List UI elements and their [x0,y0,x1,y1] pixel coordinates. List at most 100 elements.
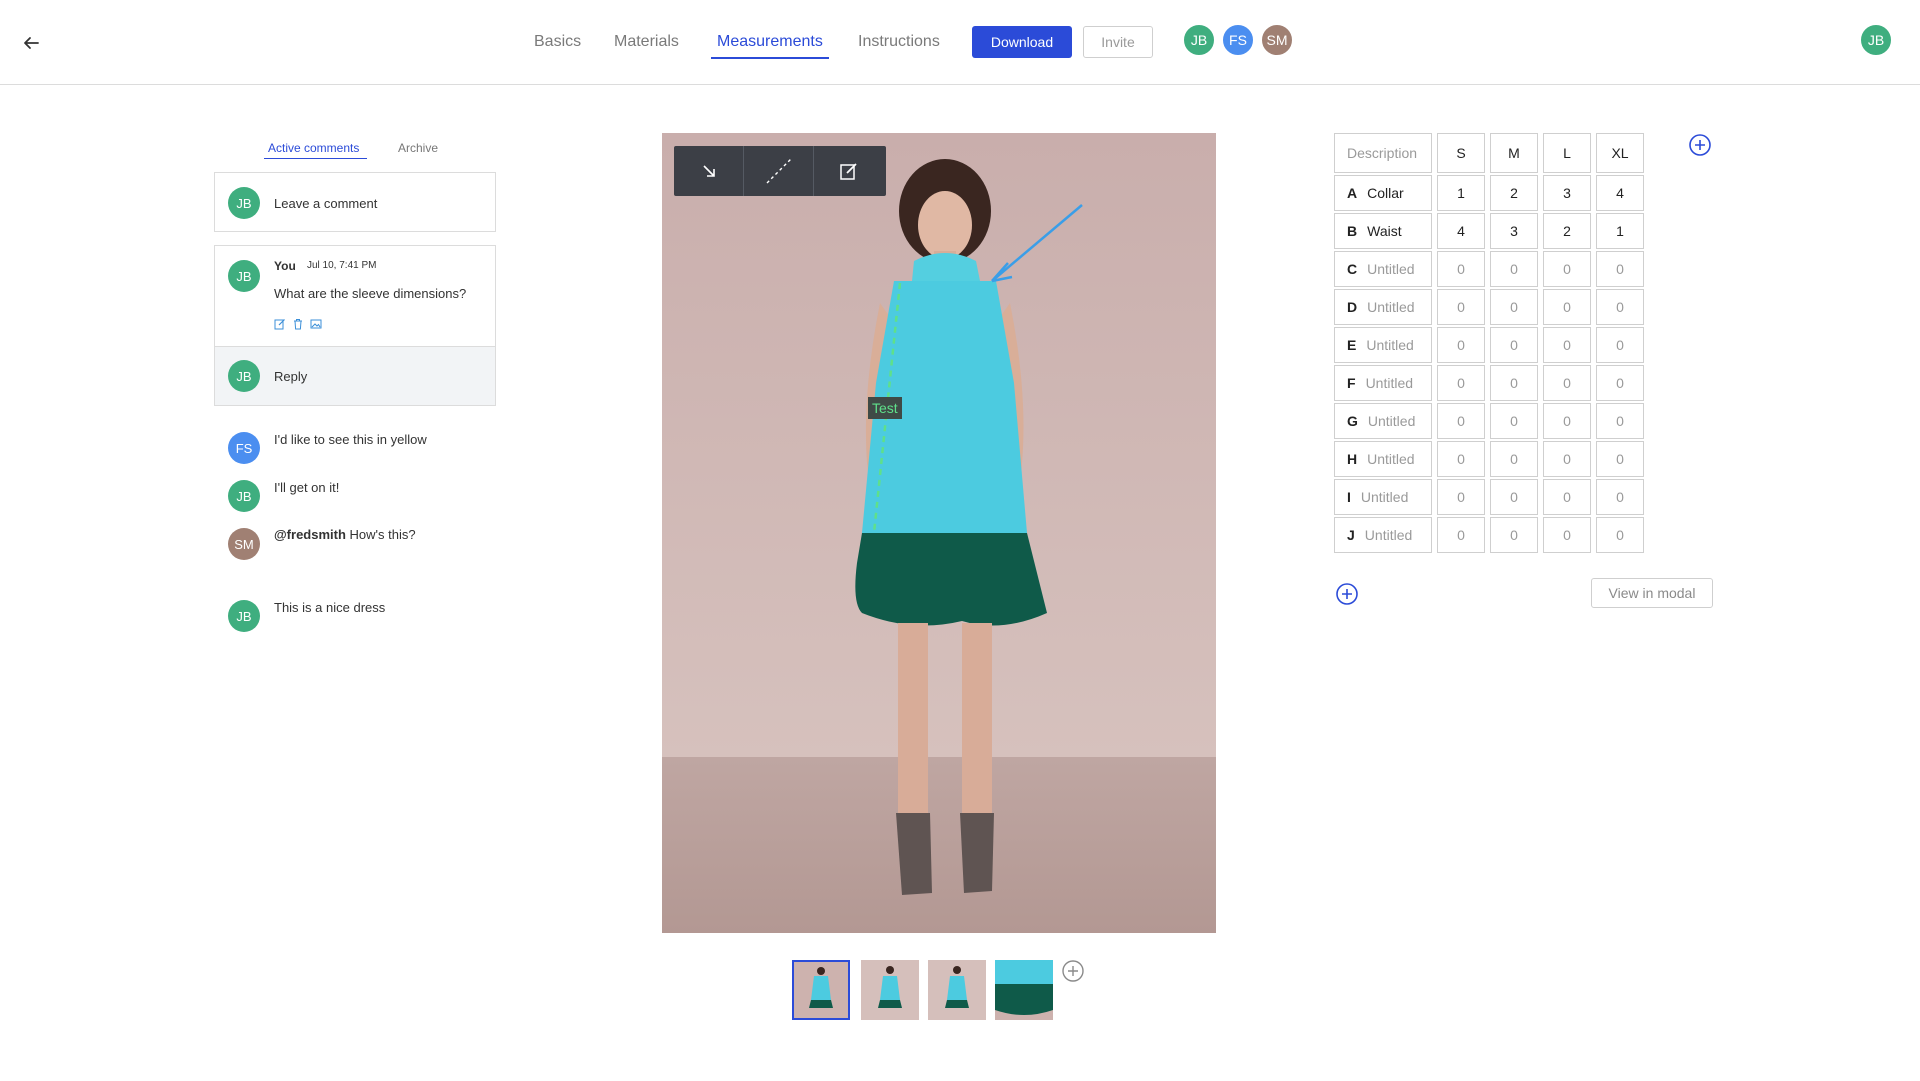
measurement-value-cell[interactable]: 0 [1490,251,1538,287]
annotation-label[interactable]: Test [868,397,902,419]
new-comment-box[interactable]: JB Leave a comment [214,172,496,232]
thumbnail[interactable] [792,960,850,1020]
measurement-value-cell[interactable]: 2 [1490,175,1538,211]
collaborator-avatar-jb[interactable]: JB [1182,23,1216,57]
garment-photo[interactable] [662,133,1216,933]
measurement-name-cell[interactable]: H Untitled [1334,441,1432,477]
measurement-value-cell[interactable]: 0 [1543,327,1591,363]
measurement-value-cell[interactable]: 0 [1596,251,1644,287]
measurement-value-cell[interactable]: 3 [1490,213,1538,249]
measurement-value-cell[interactable]: 0 [1437,517,1485,553]
measurement-value-cell[interactable]: 0 [1596,403,1644,439]
measurement-name: Untitled [1360,489,1409,505]
measurement-value-cell[interactable]: 0 [1437,289,1485,325]
tab-archive[interactable]: Archive [398,141,438,155]
edit-tool[interactable] [814,146,884,196]
collaborator-avatar-fs[interactable]: FS [1221,23,1255,57]
measurement-value-cell[interactable]: 3 [1543,175,1591,211]
measurement-value-cell[interactable]: 1 [1596,213,1644,249]
back-arrow-icon[interactable] [20,32,42,54]
comments-tab-indicator [264,158,367,159]
thumbnail[interactable] [861,960,919,1020]
reply-input-placeholder[interactable]: Reply [274,369,307,384]
measurement-value-cell[interactable]: 0 [1596,365,1644,401]
header-description[interactable]: Description [1334,133,1432,173]
measurement-value-cell[interactable]: 0 [1490,517,1538,553]
measurement-value-cell[interactable]: 4 [1596,175,1644,211]
measurement-value-cell[interactable]: 0 [1490,403,1538,439]
annotation-toolbar [674,146,886,196]
measurement-name-cell[interactable]: B Waist [1334,213,1432,249]
measurement-name-cell[interactable]: C Untitled [1334,251,1432,287]
header-size[interactable]: L [1543,133,1591,173]
measurement-value-cell[interactable]: 0 [1490,441,1538,477]
comment-author: You [274,259,296,273]
avatar: JB [228,260,260,292]
measurement-value-cell[interactable]: 0 [1490,365,1538,401]
measurement-name-cell[interactable]: I Untitled [1334,479,1432,515]
view-in-modal-button[interactable]: View in modal [1591,578,1713,608]
measurement-value-cell[interactable]: 0 [1437,479,1485,515]
measurement-value-cell[interactable]: 0 [1543,403,1591,439]
measurement-value-cell[interactable]: 0 [1596,289,1644,325]
measurement-value-cell[interactable]: 0 [1490,289,1538,325]
download-button[interactable]: Download [972,26,1072,58]
measurement-value-cell[interactable]: 0 [1596,479,1644,515]
tab-measurements[interactable]: Measurements [717,33,823,51]
arrow-tool[interactable] [674,146,744,196]
tab-materials[interactable]: Materials [614,33,679,51]
measurement-name-cell[interactable]: F Untitled [1334,365,1432,401]
measurement-letter: C [1347,261,1358,277]
trash-icon[interactable] [292,318,304,330]
reply-box[interactable]: JB Reply [215,346,495,405]
measurement-value-cell[interactable]: 0 [1543,251,1591,287]
invite-button[interactable]: Invite [1083,26,1153,58]
measurement-value-cell[interactable]: 0 [1596,517,1644,553]
measurement-value-cell[interactable]: 0 [1490,327,1538,363]
measurement-value-cell[interactable]: 0 [1437,327,1485,363]
image-icon[interactable] [310,318,322,330]
measurement-value-cell[interactable]: 1 [1437,175,1485,211]
measurement-name-cell[interactable]: A Collar [1334,175,1432,211]
collaborator-avatar-sm[interactable]: SM [1260,23,1294,57]
measurement-value-cell[interactable]: 0 [1437,403,1485,439]
measurement-value-cell[interactable]: 0 [1543,441,1591,477]
measurement-value-cell[interactable]: 0 [1543,289,1591,325]
comment-input-placeholder[interactable]: Leave a comment [274,196,377,211]
measurement-name-cell[interactable]: D Untitled [1334,289,1432,325]
header-size[interactable]: S [1437,133,1485,173]
mention[interactable]: @fredsmith [274,527,346,542]
measurement-value-cell[interactable]: 0 [1543,479,1591,515]
avatar: JB [228,187,260,219]
measurement-value-cell[interactable]: 4 [1437,213,1485,249]
thumbnail[interactable] [995,960,1053,1020]
thumbnail[interactable] [928,960,986,1020]
measurement-name-cell[interactable]: E Untitled [1334,327,1432,363]
avatar: FS [228,432,260,464]
measurement-value-cell[interactable]: 0 [1543,365,1591,401]
header-size[interactable]: XL [1596,133,1644,173]
measurement-name-cell[interactable]: G Untitled [1334,403,1432,439]
tab-instructions[interactable]: Instructions [858,33,940,51]
measurement-value-cell[interactable]: 0 [1543,517,1591,553]
add-image-icon[interactable] [1062,960,1084,982]
add-measurement-row-icon[interactable] [1336,583,1358,605]
measurement-value-cell[interactable]: 0 [1596,441,1644,477]
measurement-name-cell[interactable]: J Untitled [1334,517,1432,553]
measurement-value-cell[interactable]: 0 [1596,327,1644,363]
tab-active-comments[interactable]: Active comments [268,141,359,155]
tab-basics[interactable]: Basics [534,33,581,51]
add-size-column-icon[interactable] [1689,134,1711,156]
measurement-value-cell[interactable]: 0 [1437,365,1485,401]
edit-icon[interactable] [274,318,286,330]
user-avatar[interactable]: JB [1859,23,1893,57]
measurement-name: Untitled [1367,413,1416,429]
comment-text: This is a nice dress [274,600,386,615]
header-size[interactable]: M [1490,133,1538,173]
measurement-value-cell[interactable]: 0 [1437,251,1485,287]
measurement-value-cell[interactable]: 0 [1490,479,1538,515]
measurement-name: Collar [1367,185,1404,201]
dashed-line-tool[interactable] [744,146,814,196]
measurement-value-cell[interactable]: 2 [1543,213,1591,249]
measurement-value-cell[interactable]: 0 [1437,441,1485,477]
